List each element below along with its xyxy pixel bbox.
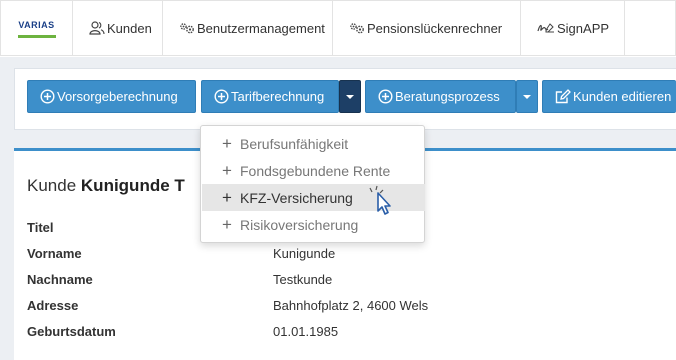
vorsorgeberechnung-button[interactable]: Vorsorgeberechnung bbox=[27, 80, 196, 113]
field-value-geburtsdatum: 01.01.1985 bbox=[273, 324, 339, 339]
users-icon bbox=[89, 21, 105, 35]
customer-title-name: Kunigunde T bbox=[80, 176, 185, 195]
field-value-nachname: Testkunde bbox=[273, 272, 333, 287]
field-label-titel: Titel bbox=[27, 220, 54, 235]
dropdown-item-fondsgebundene-rente[interactable]: + Fondsgebundene Rente bbox=[202, 157, 425, 184]
dropdown-item-berufsunfahigkeit[interactable]: + Berufsunfähigkeit bbox=[202, 130, 425, 157]
nav-item-label: SignAPP bbox=[557, 20, 610, 36]
plus-icon: + bbox=[222, 160, 232, 180]
field-label-adresse: Adresse bbox=[27, 298, 79, 313]
plus-circle-icon bbox=[40, 89, 55, 104]
field-value-adresse: Bahnhofplatz 2, 4600 Wels bbox=[273, 298, 429, 313]
plus-icon: + bbox=[222, 187, 232, 207]
dropdown-item-label: KFZ-Versicherung bbox=[240, 189, 353, 206]
nav-item-label: Pensionslückenrechner bbox=[367, 20, 503, 36]
field-label-geburtsdatum: Geburtsdatum bbox=[27, 324, 116, 339]
nav-item-kunden[interactable]: Kunden bbox=[73, 1, 163, 55]
customer-title-prefix: Kunde bbox=[27, 176, 77, 195]
nav-item-label: Kunden bbox=[107, 20, 152, 36]
signature-icon bbox=[537, 22, 555, 34]
tarifberechnung-button[interactable]: Tarifberechnung bbox=[201, 80, 339, 113]
plus-icon: + bbox=[222, 133, 232, 153]
kunden-editieren-label: Kunden editieren bbox=[573, 89, 672, 104]
top-navigation: VARIAS Kunden Benutzermanagement Pension… bbox=[0, 0, 676, 56]
nav-item-signapp[interactable]: SignAPP bbox=[521, 1, 625, 55]
field-label-nachname: Nachname bbox=[27, 272, 93, 287]
brand-logo-text: VARIAS bbox=[18, 20, 55, 30]
dropdown-item-label: Berufsunfähigkeit bbox=[240, 135, 349, 152]
dropdown-item-label: Fondsgebundene Rente bbox=[240, 162, 391, 179]
customer-title: Kunde Kunigunde T bbox=[27, 176, 185, 196]
tarifberechnung-label: Tarifberechnung bbox=[231, 89, 325, 104]
field-label-vorname: Vorname bbox=[27, 246, 82, 261]
brand-logo-underline bbox=[18, 35, 56, 38]
mouse-pointer-icon bbox=[364, 185, 400, 224]
gears-icon bbox=[349, 22, 365, 34]
beratungsprozess-dropdown-toggle[interactable] bbox=[516, 80, 538, 113]
field-value-vorname: Kunigunde bbox=[273, 246, 336, 261]
nav-item-pensionsluckenrechner[interactable]: Pensionslückenrechner bbox=[333, 1, 521, 55]
dropdown-item-label: Risikoversicherung bbox=[240, 216, 359, 233]
brand-logo[interactable]: VARIAS bbox=[1, 1, 73, 55]
caret-down-icon bbox=[523, 94, 531, 99]
plus-icon: + bbox=[222, 214, 232, 234]
gears-icon bbox=[179, 22, 195, 34]
plus-circle-icon bbox=[214, 89, 229, 104]
tarifberechnung-dropdown-toggle[interactable] bbox=[339, 80, 361, 113]
beratungsprozess-button[interactable]: Beratungsprozess bbox=[365, 80, 516, 113]
vorsorgeberechnung-label: Vorsorgeberechnung bbox=[57, 89, 178, 104]
nav-item-label: Benutzermanagement bbox=[197, 20, 325, 36]
caret-down-icon bbox=[346, 94, 354, 99]
kunden-editieren-button[interactable]: Kunden editieren bbox=[542, 80, 676, 113]
beratungsprozess-label: Beratungsprozess bbox=[395, 89, 500, 104]
nav-item-benutzermanagement[interactable]: Benutzermanagement bbox=[163, 1, 333, 55]
tarifberechnung-dropdown-menu: + Berufsunfähigkeit + Fondsgebundene Ren… bbox=[200, 125, 425, 243]
edit-icon bbox=[555, 89, 571, 104]
plus-circle-icon bbox=[378, 89, 393, 104]
